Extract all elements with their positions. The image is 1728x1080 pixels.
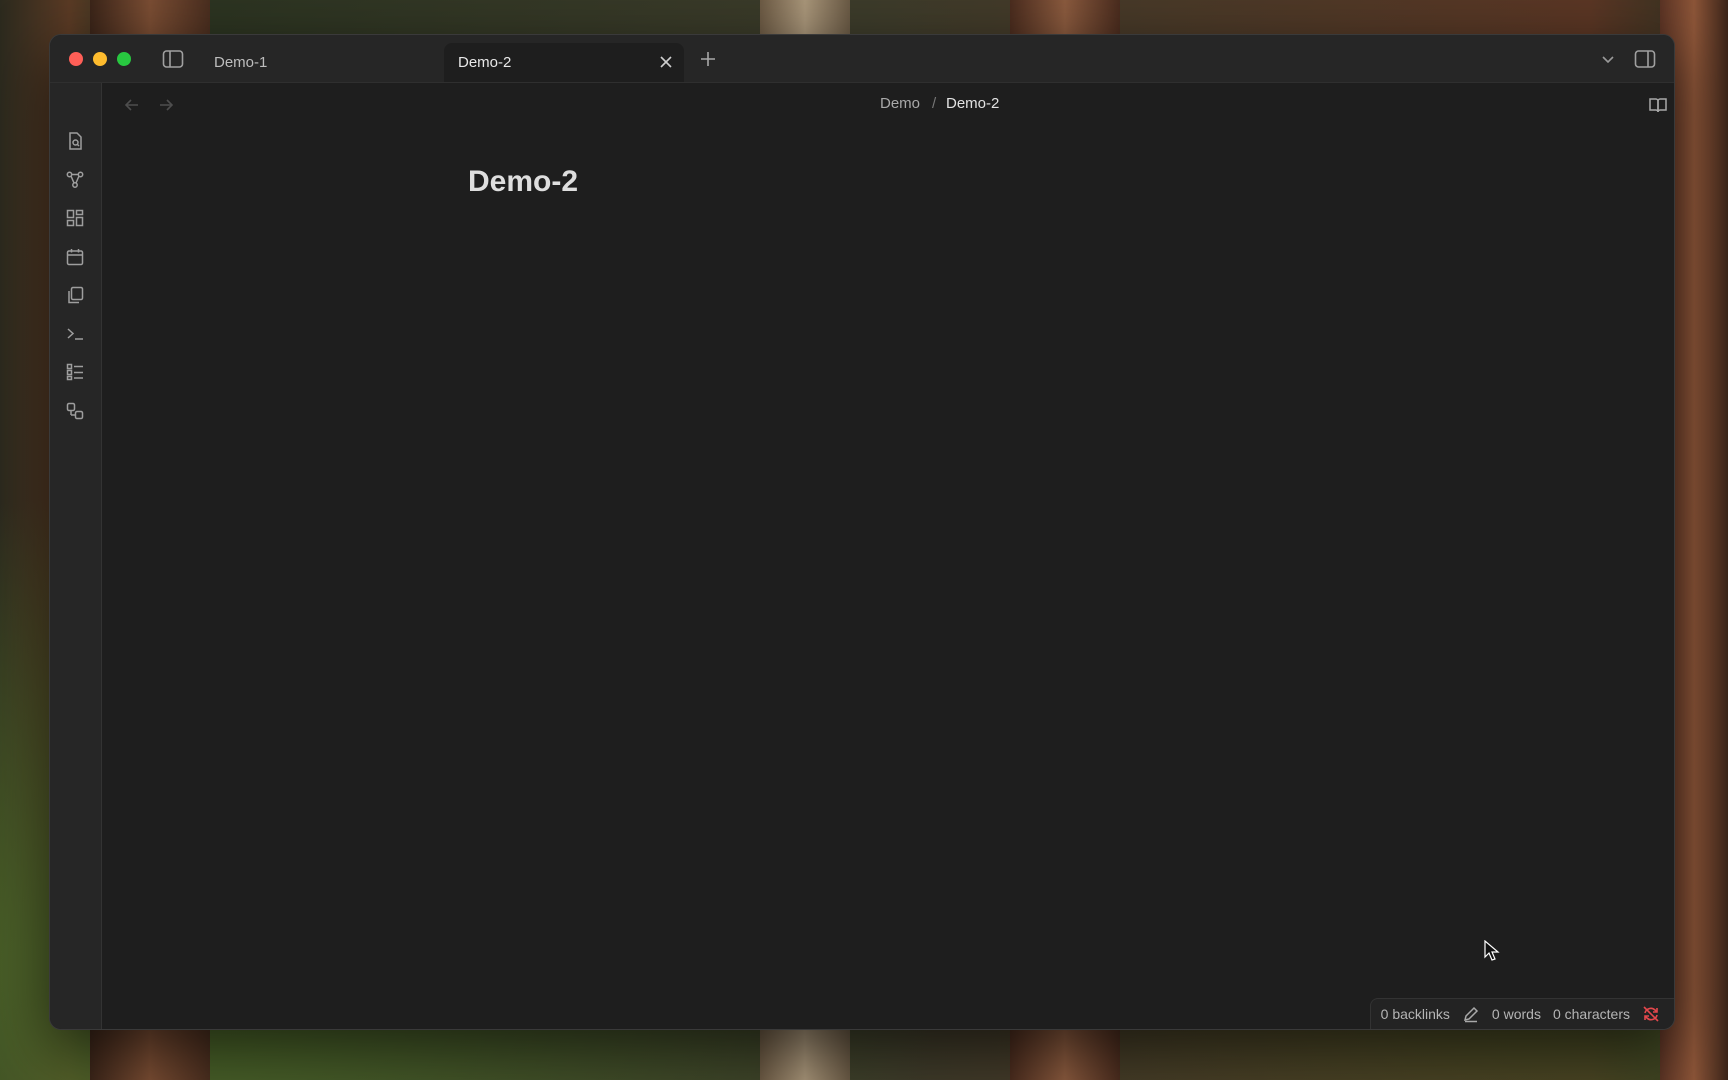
word-count: 0 words <box>1491 1006 1541 1022</box>
sync-error-icon[interactable] <box>1642 1005 1660 1023</box>
dashboard-icon[interactable] <box>65 208 85 228</box>
note-title[interactable]: Demo-2 <box>468 165 578 199</box>
character-count: 0 characters <box>1552 1006 1630 1022</box>
calendar-icon[interactable] <box>65 247 85 267</box>
backlinks-count[interactable]: 0 backlinks <box>1381 1006 1450 1022</box>
new-tab-icon[interactable] <box>696 47 720 71</box>
toggle-right-sidebar-icon[interactable] <box>1633 47 1657 71</box>
edit-mode-icon[interactable] <box>1462 1005 1480 1023</box>
title-bar: Demo-1 Demo-2 <box>50 35 1674 83</box>
forward-arrow-icon[interactable] <box>156 95 176 115</box>
view-header: Demo / Demo-2 <box>102 83 1674 127</box>
reading-view-icon[interactable] <box>1647 94 1669 116</box>
tab-label: Demo-1 <box>214 54 268 71</box>
tab-demo-2[interactable]: Demo-2 <box>444 43 684 82</box>
app-window: Demo-1 Demo-2 Demo / Demo-2 Demo-2 0 bac… <box>49 34 1675 1030</box>
breadcrumb-folder[interactable]: Demo <box>880 95 920 112</box>
tab-demo-1[interactable]: Demo-1 <box>200 43 430 82</box>
terminal-icon[interactable] <box>65 324 85 344</box>
minimize-window-button[interactable] <box>93 52 107 66</box>
file-search-icon[interactable] <box>65 131 85 151</box>
toggle-left-sidebar-icon[interactable] <box>161 47 185 71</box>
close-tab-icon[interactable] <box>658 54 674 70</box>
shapes-icon[interactable] <box>65 401 85 421</box>
graph-icon[interactable] <box>65 170 85 190</box>
close-window-button[interactable] <box>69 52 83 66</box>
breadcrumb-file[interactable]: Demo-2 <box>946 95 999 112</box>
maximize-window-button[interactable] <box>117 52 131 66</box>
status-bar: 0 backlinks 0 words 0 characters <box>1369 998 1674 1029</box>
tab-label: Demo-2 <box>458 54 512 71</box>
left-ribbon <box>50 83 102 1029</box>
chevron-down-icon[interactable] <box>1598 49 1618 69</box>
back-arrow-icon[interactable] <box>122 95 142 115</box>
list-icon[interactable] <box>65 362 85 382</box>
breadcrumb-separator: / <box>932 95 937 112</box>
mouse-cursor <box>1484 940 1500 962</box>
copy-icon[interactable] <box>65 285 85 305</box>
